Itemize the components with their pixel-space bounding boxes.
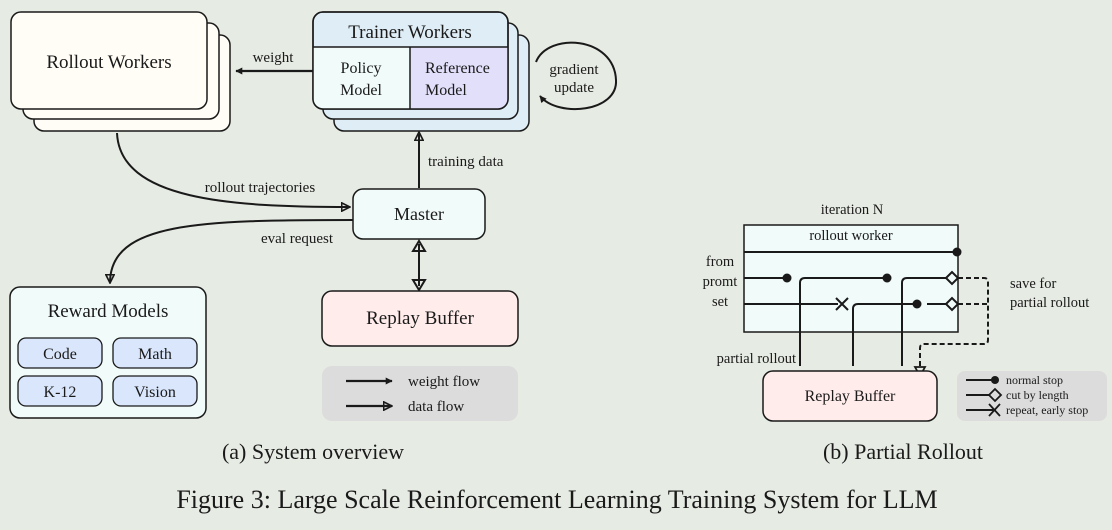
save-for-partial-line2: partial rollout bbox=[1010, 295, 1089, 311]
reward-models-node: Reward Models Code Math K-12 Vision bbox=[9, 286, 207, 419]
reference-model-line2: Model bbox=[425, 82, 467, 99]
policy-model-line2: Model bbox=[340, 82, 382, 99]
legend-normal-stop-label: normal stop bbox=[1006, 373, 1063, 387]
policy-model-line1: Policy bbox=[341, 60, 382, 77]
reference-model-cell bbox=[410, 47, 508, 109]
caption-partial-rollout: (b) Partial Rollout bbox=[823, 439, 983, 464]
legend-normal-stop-icon bbox=[991, 376, 999, 384]
training-data-label: training data bbox=[428, 154, 504, 170]
normal-stop-icon bbox=[882, 273, 892, 283]
legend-cut-by-length-label: cut by length bbox=[1006, 388, 1069, 402]
trainer-workers-title: Trainer Workers bbox=[348, 22, 472, 43]
figure-caption: Figure 3: Large Scale Reinforcement Lear… bbox=[176, 485, 937, 514]
rollout-workers-title: Rollout Workers bbox=[46, 52, 171, 73]
reward-models-title: Reward Models bbox=[48, 301, 169, 322]
reward-model-vision-label: Vision bbox=[134, 384, 176, 401]
gradient-update-loop: gradient update bbox=[535, 41, 618, 110]
reference-model-line1: Reference bbox=[425, 60, 490, 77]
legend-repeat-early-stop-label: repeat, early stop bbox=[1006, 403, 1088, 417]
data-flow-label: data flow bbox=[408, 399, 464, 415]
caption-system-overview: (a) System overview bbox=[222, 439, 404, 464]
master-node: Master bbox=[352, 188, 486, 240]
trainer-workers-node: Trainer Workers Policy Model Reference M… bbox=[312, 11, 530, 132]
figure-diagram: Rollout Workers Trainer Workers Policy M… bbox=[9, 11, 1107, 514]
eval-request-label: eval request bbox=[261, 231, 334, 247]
rollout-worker-title: rollout worker bbox=[809, 228, 893, 244]
reward-model-math-label: Math bbox=[138, 346, 172, 363]
gradient-update-line1: gradient bbox=[549, 62, 599, 78]
replay-buffer-node: Replay Buffer bbox=[321, 290, 519, 347]
partial-rollout-label: partial rollout bbox=[717, 351, 796, 367]
save-for-partial-line1: save for bbox=[1010, 276, 1056, 292]
normal-stop-icon bbox=[782, 273, 792, 283]
normal-stop-icon bbox=[912, 299, 922, 309]
rollout-trajectories-label: rollout trajectories bbox=[205, 180, 316, 196]
from-prompt-set-line2: promt bbox=[703, 274, 738, 290]
reward-model-k12-label: K-12 bbox=[44, 384, 77, 401]
partial-replay-buffer-title: Replay Buffer bbox=[805, 388, 896, 405]
normal-stop-icon bbox=[952, 247, 962, 257]
replay-buffer-title: Replay Buffer bbox=[366, 308, 474, 329]
weight-label: weight bbox=[253, 50, 295, 66]
from-prompt-set-line3: set bbox=[712, 294, 728, 310]
eval-request-arrow bbox=[110, 219, 354, 283]
stop-legend: normal stop cut by length repeat, early … bbox=[957, 371, 1107, 421]
master-title: Master bbox=[394, 204, 444, 224]
iteration-label: iteration N bbox=[821, 202, 884, 218]
flow-legend: weight flow data flow bbox=[322, 366, 518, 421]
gradient-update-line2: update bbox=[554, 80, 594, 96]
weight-flow-label: weight flow bbox=[408, 374, 480, 390]
from-prompt-set-line1: from bbox=[706, 254, 735, 270]
rollout-workers-node: Rollout Workers bbox=[10, 11, 231, 132]
reward-model-code-label: Code bbox=[43, 346, 77, 363]
partial-replay-buffer-node: Replay Buffer bbox=[762, 370, 938, 422]
policy-model-cell bbox=[313, 47, 410, 109]
